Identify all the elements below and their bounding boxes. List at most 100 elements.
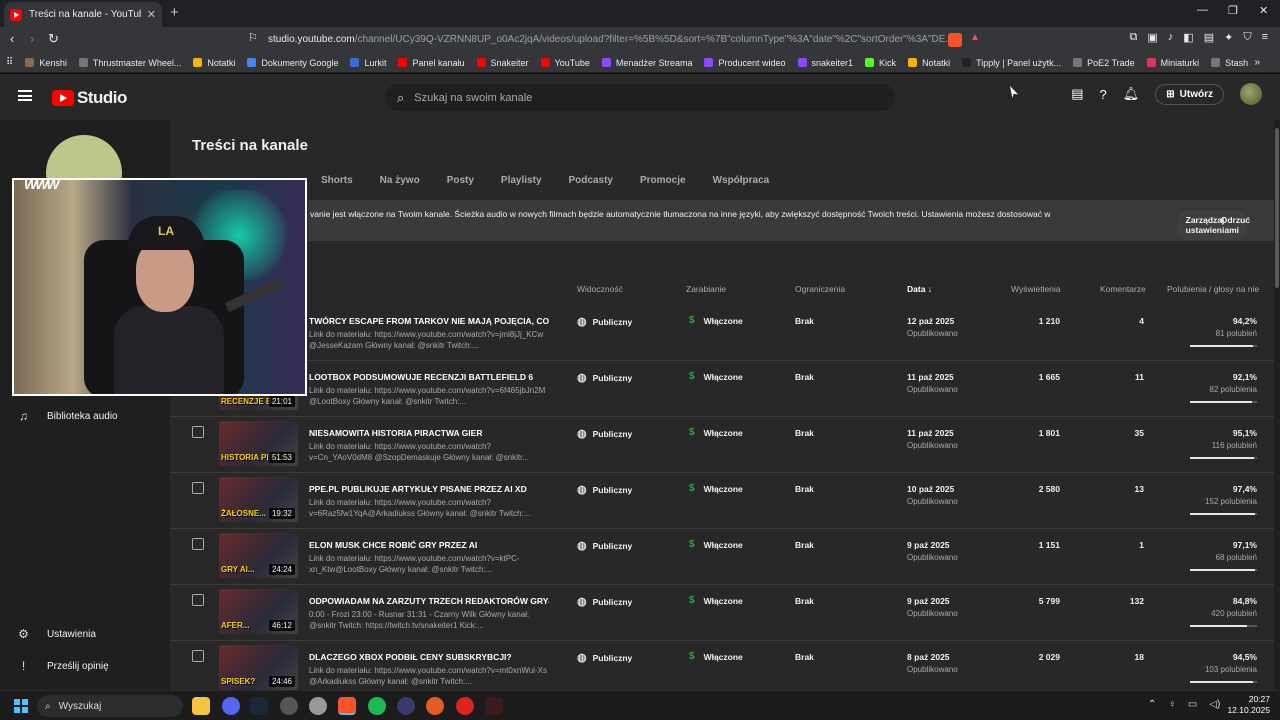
bookmark-item[interactable]: Kenshi	[25, 58, 67, 68]
column-date[interactable]: Data ↓	[907, 284, 932, 294]
row-checkbox[interactable]	[192, 482, 204, 494]
video-row[interactable]: ŻAŁOSNE... 19:32 PPE.PL PUBLIKUJE ARTYKUŁY…	[170, 473, 1274, 529]
messages-icon[interactable]: ▤	[1071, 86, 1083, 102]
dismiss-button[interactable]: Odrzuć	[1221, 210, 1250, 230]
microphone-icon[interactable]: ♀	[1168, 699, 1176, 710]
account-avatar[interactable]	[1240, 83, 1262, 105]
notifications-bell-icon[interactable]: 🔔︎	[1123, 86, 1140, 102]
bookmark-item[interactable]: Miniaturki	[1146, 58, 1199, 68]
video-title[interactable]: DLACZEGO XBOX PODBIŁ CENY SUBSKRYBCJI?	[309, 652, 549, 662]
obs-icon[interactable]	[456, 697, 474, 715]
wallet-icon[interactable]: ▤	[1204, 31, 1214, 44]
bookmark-item[interactable]: Notatki	[193, 58, 235, 68]
video-row[interactable]: HISTORIA PIRA... 51:53 NIESAMOWITA HISTORI…	[170, 417, 1274, 473]
steam-icon[interactable]	[250, 697, 268, 715]
rewards-icon[interactable]: ▲	[970, 32, 980, 43]
comments-value[interactable]: 4	[1114, 316, 1144, 326]
video-title[interactable]: PPE.PL PUBLIKUJE ARTYKUŁY PISANE PRZEZ A…	[309, 484, 549, 494]
taskbar-search[interactable]: ⌕ Wyszukaj	[37, 695, 183, 717]
help-icon[interactable]: ?	[1100, 87, 1107, 102]
app-icon[interactable]	[280, 697, 298, 715]
monetization-cell[interactable]: $ Włączone	[689, 483, 743, 494]
bookmark-item[interactable]: Dokumenty Google	[247, 58, 338, 68]
file-explorer-icon[interactable]	[192, 697, 210, 715]
monetization-cell[interactable]: $ Włączone	[689, 595, 743, 606]
sidebar-icon[interactable]: ◧	[1183, 31, 1193, 44]
sidebar-item[interactable]: ! Prześlij opinię	[0, 653, 170, 679]
forward-icon[interactable]: ›	[30, 31, 34, 46]
bookmark-item[interactable]: Notatki	[908, 58, 950, 68]
address-bar[interactable]: studio.youtube.com/channel/UCy39Q-VZRNN8…	[268, 29, 988, 51]
column-visibility[interactable]: Widoczność	[577, 284, 623, 294]
maximize-button[interactable]: ❐	[1228, 4, 1238, 17]
discord-icon[interactable]	[222, 697, 240, 715]
comments-value[interactable]: 1	[1114, 540, 1144, 550]
video-row[interactable]: SPISEK? 24:46 DLACZEGO XBOX PODBIŁ CENY SU…	[170, 641, 1274, 697]
video-thumbnail[interactable]: AFER... 46:12	[219, 589, 298, 634]
comments-value[interactable]: 11	[1114, 372, 1144, 382]
video-row[interactable]: AFER... 46:12 ODPOWIADAM NA ZARZUTY TRZECH…	[170, 585, 1274, 641]
close-tab-icon[interactable]: ✕	[147, 8, 156, 21]
content-tab[interactable]: Posty	[447, 175, 474, 186]
comments-value[interactable]: 13	[1114, 484, 1144, 494]
visibility-cell[interactable]: ◍ Publiczny	[577, 371, 632, 384]
visibility-cell[interactable]: ◍ Publiczny	[577, 427, 632, 440]
close-window-button[interactable]: ✕	[1259, 4, 1268, 17]
video-thumbnail[interactable]: ŻAŁOSNE... 19:32	[219, 477, 298, 522]
video-title[interactable]: LOOTBOX PODSUMOWUJE RECENZJI BATTLEFIELD…	[309, 372, 549, 382]
bookmark-item[interactable]: Thrustmaster Wheel...	[78, 58, 181, 68]
monetization-cell[interactable]: $ Włączone	[689, 315, 743, 326]
comments-value[interactable]: 35	[1114, 428, 1144, 438]
create-button[interactable]: ⊞ Utwórz	[1155, 83, 1224, 105]
column-likes[interactable]: Polubienia / głosy na nie	[1167, 284, 1259, 294]
spotify-icon[interactable]	[368, 697, 386, 715]
content-tab[interactable]: Promocje	[640, 175, 686, 186]
content-tab[interactable]: Playlisty	[501, 175, 542, 186]
video-thumbnail[interactable]: SPISEK? 24:46	[219, 645, 298, 690]
row-checkbox[interactable]	[192, 426, 204, 438]
windows-start-icon[interactable]	[14, 699, 28, 713]
bookmark-item[interactable]: Menadżer Streama	[601, 58, 692, 68]
menu-hamburger-icon[interactable]	[18, 90, 32, 101]
display-icon[interactable]: ▭	[1188, 699, 1197, 710]
vpn-icon[interactable]: ⛉	[1243, 31, 1251, 44]
row-checkbox[interactable]	[192, 650, 204, 662]
video-row[interactable]: TWÓRCY ESCAPE FROM TARKOV NIE MAJĄ POJĘC…	[170, 305, 1274, 361]
bookmark-item[interactable]: snakeiter1	[797, 58, 853, 68]
minimize-button[interactable]: —	[1197, 4, 1208, 16]
video-row[interactable]: GRY AI... 24:24 ELON MUSK CHCE ROBIĆ GRY P…	[170, 529, 1274, 585]
bookmark-item[interactable]: Panel kanału	[398, 58, 465, 68]
app-icon[interactable]	[309, 697, 327, 715]
extensions-icon[interactable]: ⧉	[1130, 31, 1138, 44]
visibility-cell[interactable]: ◍ Publiczny	[577, 651, 632, 664]
column-restrictions[interactable]: Ograniczenia	[795, 284, 845, 294]
reload-icon[interactable]: ↻	[48, 31, 59, 47]
bookmark-item[interactable]: Tipply | Panel użytk...	[962, 58, 1061, 68]
menu-icon[interactable]: ≡	[1262, 31, 1268, 44]
column-monetization[interactable]: Zarabianie	[686, 284, 726, 294]
bookmarks-overflow-icon[interactable]: »	[1254, 57, 1260, 68]
video-row[interactable]: RECENZJE BF... 21:01 LOOTBOX PODSUMOWUJE R…	[170, 361, 1274, 417]
sidebar-item[interactable]: ⚙ Ustawienia	[0, 621, 170, 647]
browser-tab[interactable]: Treści na kanale - YouTube Studio ✕	[4, 2, 162, 27]
visibility-cell[interactable]: ◍ Publiczny	[577, 315, 632, 328]
screenshot-icon[interactable]: ▣	[1147, 31, 1157, 44]
video-title[interactable]: ODPOWIADAM NA ZARZUTY TRZECH REDAKTORÓW …	[309, 596, 549, 606]
bookmark-item[interactable]: PoE2 Trade	[1073, 58, 1135, 68]
column-comments[interactable]: Komentarze	[1100, 284, 1146, 294]
volume-icon[interactable]: ◁)	[1209, 699, 1220, 710]
clock[interactable]: 20:27 12.10.2025	[1227, 694, 1270, 716]
comments-value[interactable]: 132	[1114, 596, 1144, 606]
app-icon[interactable]	[397, 697, 415, 715]
monetization-cell[interactable]: $ Włączone	[689, 371, 743, 382]
studio-logo[interactable]: Studio	[52, 88, 127, 108]
media-icon[interactable]: ♪	[1168, 31, 1174, 44]
visibility-cell[interactable]: ◍ Publiczny	[577, 539, 632, 552]
bookmark-item[interactable]: Lurkit	[350, 58, 386, 68]
back-icon[interactable]: ‹	[10, 31, 14, 46]
apps-icon[interactable]: ⠿	[6, 57, 13, 68]
sidebar-item[interactable]: ♫ Biblioteka audio	[0, 403, 170, 429]
content-tab[interactable]: Podcasty	[569, 175, 613, 186]
content-tab[interactable]: Współpraca	[713, 175, 770, 186]
page-scrollbar[interactable]	[1274, 120, 1280, 690]
